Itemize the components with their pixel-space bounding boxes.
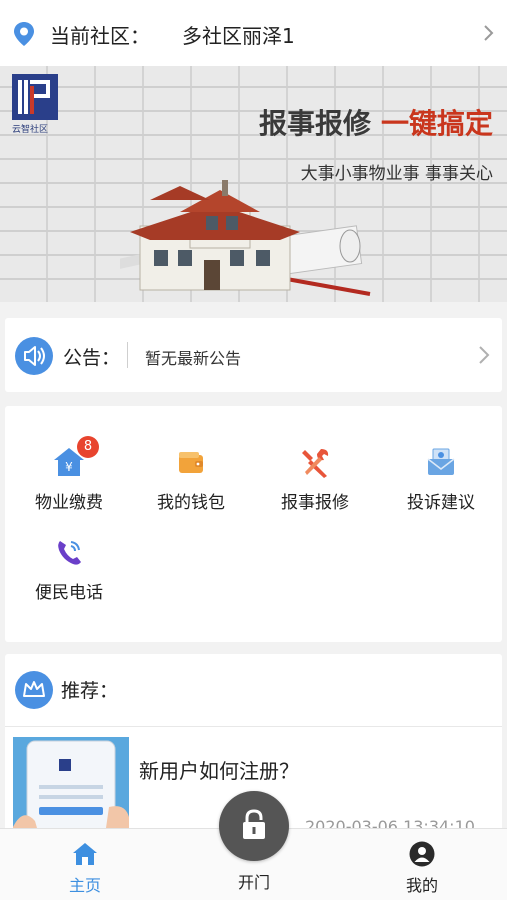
lock-icon [243,809,265,839]
service-label: 物业缴费 [35,493,103,513]
phone-icon [58,541,81,565]
service-property-fee[interactable]: ¥ 8 物业缴费 [9,436,129,526]
service-phone[interactable]: 便民电话 [9,536,129,616]
open-door-button[interactable] [219,791,289,861]
chevron-right-icon [484,25,494,41]
home-icon [73,843,97,865]
svg-text:¥: ¥ [65,460,73,474]
crown-icon [15,671,53,709]
notice-text: 暂无最新公告 [145,349,242,368]
logo-text: 云智社区 [12,125,49,135]
service-label: 投诉建议 [407,493,475,513]
banner[interactable]: 云智社区 报事报修 一键搞定 大事小事物业事 事事关心 [0,66,507,302]
notice-divider [127,342,128,368]
tools-icon [302,449,329,478]
service-wallet[interactable]: 我的钱包 [131,446,251,526]
community-value: 多社区丽泽1 [182,24,295,48]
service-label: 我的钱包 [157,493,225,513]
community-bar[interactable]: 当前社区： 多社区丽泽1 [0,0,507,66]
badge-count: 8 [77,436,99,458]
banner-headline-accent: 一键搞定 [380,107,493,140]
article-title: 新用户如何注册？ [139,759,299,783]
banner-headline-main: 报事报修 [258,107,371,140]
services-grid: ¥ 8 物业缴费 我的钱包 报事报修 投诉建议 便民电话 [5,406,502,642]
house-illustration [120,180,371,296]
logo-icon [12,74,58,120]
tab-home[interactable]: 主页 [45,839,125,895]
service-label: 便民电话 [35,583,103,603]
recommend-label: 推荐： [61,680,119,702]
chevron-right-icon [479,346,490,364]
mail-icon [427,448,455,475]
service-repair[interactable]: 报事报修 [255,446,375,526]
tab-label: 我的 [405,876,438,895]
location-pin-icon [14,22,34,46]
tab-label: 主页 [68,876,101,895]
tab-label-open[interactable]: 开门 [219,869,289,893]
community-label: 当前社区： [50,24,150,48]
notice-label: 公告： [63,347,121,369]
service-complaint[interactable]: 投诉建议 [381,446,501,526]
banner-headline: 报事报修 一键搞定 [259,102,493,142]
speaker-icon [15,337,53,375]
user-icon [409,841,435,867]
wallet-icon [179,452,203,473]
notice-bar[interactable]: 公告： 暂无最新公告 [5,318,502,392]
tab-mine[interactable]: 我的 [382,839,462,895]
service-label: 报事报修 [281,493,349,513]
